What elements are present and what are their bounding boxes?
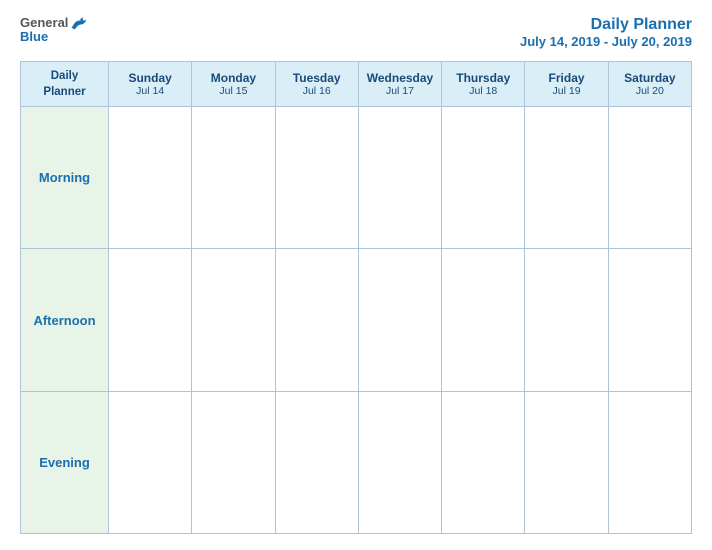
cell-evening-tuesday[interactable] bbox=[275, 391, 358, 533]
day-name-saturday: Saturday bbox=[611, 71, 689, 85]
page-title-area: Daily Planner July 14, 2019 - July 20, 2… bbox=[520, 16, 692, 49]
table-row-evening: Evening bbox=[21, 391, 692, 533]
cell-evening-friday[interactable] bbox=[525, 391, 608, 533]
logo-area: General Blue bbox=[20, 16, 88, 45]
cell-afternoon-thursday[interactable] bbox=[442, 249, 525, 391]
day-name-wednesday: Wednesday bbox=[361, 71, 439, 85]
header-monday: Monday Jul 15 bbox=[192, 62, 275, 107]
cell-morning-saturday[interactable] bbox=[608, 107, 691, 249]
header-label-line2: Planner bbox=[43, 86, 85, 98]
top-header: General Blue Daily Planner July 14, 2019… bbox=[20, 16, 692, 49]
day-date-monday: Jul 15 bbox=[194, 85, 272, 97]
day-name-sunday: Sunday bbox=[111, 71, 189, 85]
header-label-cell: Daily Planner bbox=[21, 62, 109, 107]
cell-evening-wednesday[interactable] bbox=[358, 391, 441, 533]
logo-bird-icon bbox=[70, 16, 88, 30]
header-saturday: Saturday Jul 20 bbox=[608, 62, 691, 107]
row-label-evening: Evening bbox=[21, 391, 109, 533]
table-header-row: Daily Planner Sunday Jul 14 Monday Jul 1… bbox=[21, 62, 692, 107]
day-name-thursday: Thursday bbox=[444, 71, 522, 85]
day-date-tuesday: Jul 16 bbox=[278, 85, 356, 97]
cell-afternoon-wednesday[interactable] bbox=[358, 249, 441, 391]
row-label-morning: Morning bbox=[21, 107, 109, 249]
header-friday: Friday Jul 19 bbox=[525, 62, 608, 107]
cell-evening-monday[interactable] bbox=[192, 391, 275, 533]
cell-morning-wednesday[interactable] bbox=[358, 107, 441, 249]
page-date-range: July 14, 2019 - July 20, 2019 bbox=[520, 34, 692, 49]
day-date-wednesday: Jul 17 bbox=[361, 85, 439, 97]
cell-evening-thursday[interactable] bbox=[442, 391, 525, 533]
row-label-afternoon: Afternoon bbox=[21, 249, 109, 391]
table-row-morning: Morning bbox=[21, 107, 692, 249]
header-thursday: Thursday Jul 18 bbox=[442, 62, 525, 107]
cell-afternoon-friday[interactable] bbox=[525, 249, 608, 391]
cell-morning-sunday[interactable] bbox=[109, 107, 192, 249]
planner-table: Daily Planner Sunday Jul 14 Monday Jul 1… bbox=[20, 61, 692, 534]
table-row-afternoon: Afternoon bbox=[21, 249, 692, 391]
cell-morning-tuesday[interactable] bbox=[275, 107, 358, 249]
day-name-tuesday: Tuesday bbox=[278, 71, 356, 85]
day-date-sunday: Jul 14 bbox=[111, 85, 189, 97]
cell-afternoon-sunday[interactable] bbox=[109, 249, 192, 391]
header-wednesday: Wednesday Jul 17 bbox=[358, 62, 441, 107]
header-tuesday: Tuesday Jul 16 bbox=[275, 62, 358, 107]
day-date-saturday: Jul 20 bbox=[611, 85, 689, 97]
day-date-friday: Jul 19 bbox=[527, 85, 605, 97]
cell-afternoon-monday[interactable] bbox=[192, 249, 275, 391]
cell-evening-saturday[interactable] bbox=[608, 391, 691, 533]
cell-morning-thursday[interactable] bbox=[442, 107, 525, 249]
cell-morning-friday[interactable] bbox=[525, 107, 608, 249]
logo-general-text: General bbox=[20, 16, 68, 30]
cell-afternoon-saturday[interactable] bbox=[608, 249, 691, 391]
cell-afternoon-tuesday[interactable] bbox=[275, 249, 358, 391]
day-name-friday: Friday bbox=[527, 71, 605, 85]
logo-blue-text: Blue bbox=[20, 30, 48, 44]
day-date-thursday: Jul 18 bbox=[444, 85, 522, 97]
day-name-monday: Monday bbox=[194, 71, 272, 85]
header-label-line1: Daily bbox=[51, 70, 79, 82]
cell-evening-sunday[interactable] bbox=[109, 391, 192, 533]
page-title: Daily Planner bbox=[520, 16, 692, 34]
header-sunday: Sunday Jul 14 bbox=[109, 62, 192, 107]
cell-morning-monday[interactable] bbox=[192, 107, 275, 249]
